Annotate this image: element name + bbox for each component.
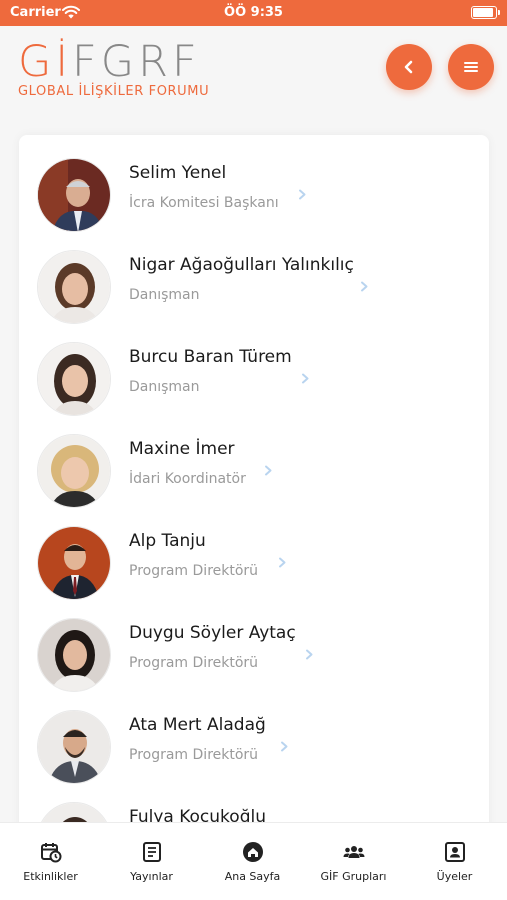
member-name: Alp Tanju [129, 531, 206, 551]
clock: ÖÖ 9:35 [224, 5, 283, 20]
member-row[interactable]: Selim Yenel İcra Komitesi Başkanı [19, 135, 489, 232]
member-title: Program Direktörü [129, 563, 259, 579]
app-header: GİFGRF GLOBAL İLİŞKİLER FORUMU [0, 26, 507, 126]
avatar [37, 250, 111, 324]
tab-label: Ana Sayfa [224, 870, 281, 883]
chevron-right-icon [279, 557, 286, 568]
avatar [37, 526, 111, 600]
hamburger-menu-icon [464, 62, 478, 72]
member-row[interactable]: Burcu Baran Türem Danışman [19, 319, 489, 416]
document-icon [143, 842, 161, 862]
tab-label: Üyeler [436, 870, 473, 883]
logo-accent-text: Gİ [18, 37, 73, 87]
member-title: Danışman [129, 379, 200, 395]
chevron-right-icon [265, 465, 272, 476]
member-row[interactable]: Maxine İmer İdari Koordinatör [19, 411, 489, 508]
member-name: Nigar Ağaoğulları Yalınkılıç [129, 255, 354, 275]
avatar [37, 434, 111, 508]
member-title: İdari Koordinatör [129, 471, 246, 487]
tab-uyeler[interactable]: Üyeler [404, 823, 505, 900]
back-button[interactable] [386, 44, 432, 90]
bottom-tab-bar: Etkinlikler Yayınlar Ana Sayfa GİF Grupl… [0, 822, 507, 900]
logo-text: FGRF [72, 37, 201, 87]
member-name: Maxine İmer [129, 439, 235, 459]
menu-button[interactable] [448, 44, 494, 90]
tab-gif-gruplari[interactable]: GİF Grupları [303, 823, 404, 900]
member-row[interactable]: Ata Mert Aladağ Program Direktörü [19, 687, 489, 784]
member-name: Duygu Söyler Aytaç [129, 623, 296, 643]
member-row[interactable]: Duygu Söyler Aytaç Program Direktörü [19, 595, 489, 692]
member-title: İcra Komitesi Başkanı [129, 195, 279, 211]
chevron-right-icon [306, 649, 313, 660]
group-icon [343, 846, 365, 858]
member-list: Selim Yenel İcra Komitesi Başkanı Nigar … [19, 135, 489, 835]
member-title: Program Direktörü [129, 655, 259, 671]
chevron-right-icon [361, 281, 368, 292]
home-icon [243, 842, 263, 862]
tab-label: Yayınlar [130, 870, 173, 883]
member-name: Ata Mert Aladağ [129, 715, 266, 735]
member-title: Danışman [129, 287, 200, 303]
tab-etkinlikler[interactable]: Etkinlikler [0, 823, 101, 900]
calendar-clock-icon [41, 843, 62, 863]
member-name: Burcu Baran Türem [129, 347, 292, 367]
logo[interactable]: GİFGRF GLOBAL İLİŞKİLER FORUMU [18, 37, 210, 99]
tab-ana-sayfa[interactable]: Ana Sayfa [202, 823, 303, 900]
chevron-right-icon [281, 741, 288, 752]
chevron-right-icon [299, 189, 306, 200]
tab-yayinlar[interactable]: Yayınlar [101, 823, 202, 900]
member-card-icon [445, 842, 465, 862]
member-row[interactable]: Alp Tanju Program Direktörü [19, 503, 489, 600]
avatar [37, 710, 111, 784]
avatar [37, 618, 111, 692]
tab-label: GİF Grupları [320, 870, 387, 883]
tab-label: Etkinlikler [23, 870, 78, 883]
member-title: Program Direktörü [129, 747, 259, 763]
member-name: Selim Yenel [129, 163, 227, 183]
status-bar: Carrier ÖÖ 9:35 [0, 0, 507, 26]
logo-subtitle: GLOBAL İLİŞKİLER FORUMU [18, 84, 210, 99]
avatar [37, 158, 111, 232]
member-row[interactable]: Nigar Ağaoğulları Yalınkılıç Danışman [19, 227, 489, 324]
chevron-right-icon [302, 373, 309, 384]
chevron-left-icon [404, 60, 413, 74]
avatar [37, 342, 111, 416]
battery-icon [471, 6, 500, 19]
